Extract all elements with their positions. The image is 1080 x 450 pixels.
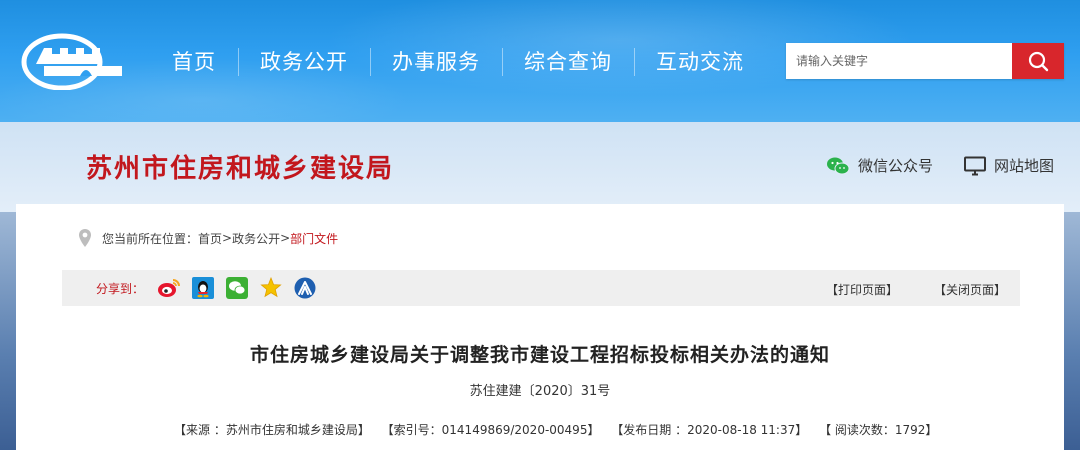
monitor-icon [964, 156, 986, 175]
share-label: 分享到： [96, 281, 145, 296]
sitemap-label: 网站地图 [994, 157, 1055, 175]
breadcrumb-home[interactable]: 首页 [198, 230, 222, 247]
qzone-star-icon[interactable] [259, 276, 283, 300]
document-number: 苏住建建〔2020〕31号 [469, 384, 611, 399]
breadcrumb-separator: > [222, 231, 233, 245]
site-title[interactable]: 苏州市住房和城乡建设局 [86, 148, 394, 185]
wechat-account-label: 微信公众号 [858, 157, 934, 175]
meta-publish-date: 【发布日期 ：2020-08-18 11:37】 [611, 423, 808, 437]
search-button[interactable] [1012, 43, 1064, 79]
breadcrumb-gov-affairs[interactable]: 政务公开 [232, 230, 280, 247]
meta-source: 【来源 ：苏州市住房和城乡建设局】 [174, 423, 370, 437]
background-decoration-right [1064, 212, 1080, 450]
main-nav: 首页 政务公开 办事服务 综合查询 互动交流 [150, 44, 766, 80]
search-box [786, 43, 1064, 79]
breadcrumb-prefix: 您当前所在位置： [102, 231, 199, 246]
nav-item-gov-affairs[interactable]: 政务公开 [238, 46, 370, 78]
close-page-button[interactable]: 【关闭页面】 [934, 281, 1006, 298]
article-title: 市住房城乡建设局关于调整我市建设工程招标投标相关办法的通知 [249, 344, 830, 366]
wechat-icon [827, 157, 850, 174]
breadcrumb-separator: > [280, 231, 291, 245]
search-input[interactable] [786, 43, 1012, 79]
print-page-button[interactable]: 【打印页面】 [826, 281, 898, 298]
wechat-account-link[interactable]: 微信公众号 [826, 155, 933, 176]
sitemap-link[interactable]: 网站地图 [964, 155, 1054, 176]
renren-icon[interactable] [293, 276, 317, 300]
qq-icon[interactable] [191, 276, 215, 300]
nav-item-home[interactable]: 首页 [150, 46, 238, 78]
wechat-share-icon[interactable] [225, 276, 249, 300]
breadcrumb: 您当前所在位置： 首页 > 政务公开 > 部门文件 [78, 228, 338, 248]
location-pin-icon [79, 229, 91, 247]
nav-item-services[interactable]: 办事服务 [370, 46, 502, 78]
article-meta: 【来源 ：苏州市住房和城乡建设局】 【索引号：014149869/2020-00… [174, 421, 945, 438]
site-logo-icon[interactable] [20, 28, 130, 90]
nav-item-interaction[interactable]: 互动交流 [634, 46, 766, 78]
top-nav-bar: 首页 政务公开 办事服务 综合查询 互动交流 [0, 0, 1080, 122]
background-decoration-left [0, 212, 16, 450]
meta-view-count: 【 阅读次数：1792】 [819, 423, 938, 437]
breadcrumb-dept-docs[interactable]: 部门文件 [290, 230, 338, 247]
nav-item-query[interactable]: 综合查询 [502, 46, 634, 78]
meta-index-number: 【索引号：014149869/2020-00495】 [381, 423, 600, 437]
weibo-icon[interactable] [157, 276, 181, 300]
search-icon [1028, 51, 1049, 72]
